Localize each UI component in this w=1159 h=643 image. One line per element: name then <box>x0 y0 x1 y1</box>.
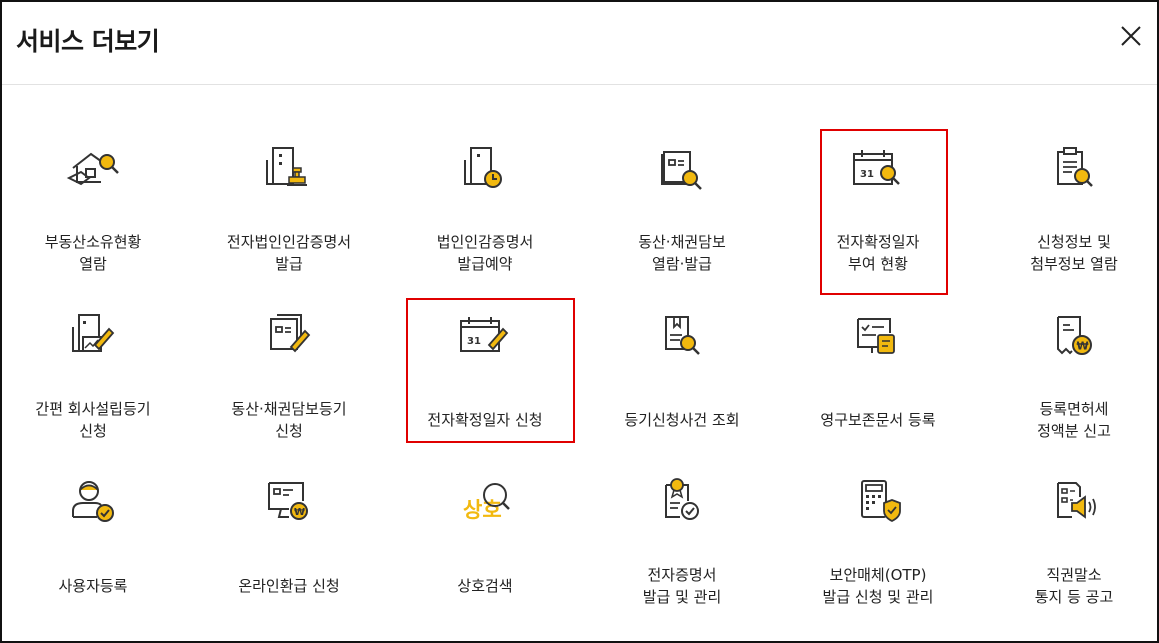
trade-name-search-icon: 상호 <box>453 471 517 535</box>
service-item-e-fixed-date-status[interactable]: 31 전자확정일자 부여 현황 <box>793 100 963 273</box>
calendar-pen-icon: 31 <box>453 305 517 369</box>
service-item-ex-officio-cancellation[interactable]: 직권말소 통지 등 공고 <box>989 433 1159 606</box>
user-check-icon <box>61 471 125 535</box>
building-stamp-icon <box>257 138 321 202</box>
svg-text:₩: ₩ <box>294 507 305 518</box>
close-button[interactable] <box>1119 24 1143 48</box>
monitor-won-icon: ₩ <box>257 471 321 535</box>
service-item-label: 직권말소 통지 등 공고 <box>1034 566 1114 606</box>
service-item-registration-tax[interactable]: ₩ 등록면허세 정액분 신고 <box>989 267 1159 440</box>
dialog-header: 서비스 더보기 <box>2 2 1157 85</box>
service-item-movable-security-view[interactable]: 동산·채권담보 열람·발급 <box>597 100 767 273</box>
document-megaphone-icon <box>1042 471 1106 535</box>
service-item-e-fixed-date-apply[interactable]: 31 전자확정일자 신청 <box>400 267 570 429</box>
close-icon <box>1121 26 1141 46</box>
service-item-application-info-view[interactable]: 신청정보 및 첨부정보 열람 <box>989 100 1159 273</box>
document-search-icon <box>650 138 714 202</box>
building-clock-icon <box>453 138 517 202</box>
service-item-label: 보안매체(OTP) 발급 신청 및 관리 <box>822 566 934 606</box>
book-search-icon <box>650 305 714 369</box>
house-search-icon <box>61 138 125 202</box>
svg-text:상호: 상호 <box>463 498 502 522</box>
service-item-permanent-document[interactable]: 영구보존문서 등록 <box>793 267 963 429</box>
svg-text:31: 31 <box>860 169 874 180</box>
service-item-online-refund[interactable]: ₩ 온라인환급 신청 <box>204 433 374 595</box>
service-item-user-registration[interactable]: 사용자등록 <box>8 433 178 595</box>
service-item-otp[interactable]: 보안매체(OTP) 발급 신청 및 관리 <box>793 433 963 606</box>
document-pen-icon <box>257 305 321 369</box>
service-item-corporate-seal-reservation[interactable]: 법인인감증명서 발급예약 <box>400 100 570 273</box>
service-item-property-ownership[interactable]: 부동산소유현황 열람 <box>8 100 178 273</box>
service-item-label: 온라인환급 신청 <box>238 577 340 595</box>
document-scroll-icon <box>846 305 910 369</box>
service-more-dialog: 서비스 더보기 부동산소유현황 열람 전자법인인감증명서 발급 법인인감증명서 … <box>0 0 1159 643</box>
service-item-trade-name-search[interactable]: 상호 상호검색 <box>400 433 570 595</box>
service-item-label: 전자확정일자 신청 <box>427 411 543 429</box>
service-item-e-certificate[interactable]: 전자증명서 발급 및 관리 <box>597 433 767 606</box>
service-item-simple-incorporation[interactable]: 간편 회사설립등기 신청 <box>8 267 178 440</box>
service-item-movable-security-registration[interactable]: 동산·채권담보등기 신청 <box>204 267 374 440</box>
certificate-check-icon <box>650 471 714 535</box>
clipboard-search-icon <box>1042 138 1106 202</box>
service-item-label: 전자증명서 발급 및 관리 <box>642 566 722 606</box>
service-item-label: 상호검색 <box>457 577 513 595</box>
service-item-label: 영구보존문서 등록 <box>820 411 936 429</box>
service-item-registration-case-lookup[interactable]: 등기신청사건 조회 <box>597 267 767 429</box>
dialog-title: 서비스 더보기 <box>16 27 160 56</box>
service-item-label: 사용자등록 <box>58 577 128 595</box>
svg-text:31: 31 <box>467 336 481 347</box>
otp-shield-icon <box>846 471 910 535</box>
calendar-search-icon: 31 <box>846 138 910 202</box>
receipt-won-icon: ₩ <box>1042 305 1106 369</box>
service-item-e-corporate-seal-cert[interactable]: 전자법인인감증명서 발급 <box>204 100 374 273</box>
building-chart-pen-icon <box>61 305 125 369</box>
service-item-label: 등기신청사건 조회 <box>624 411 740 429</box>
svg-text:₩: ₩ <box>1077 340 1089 353</box>
